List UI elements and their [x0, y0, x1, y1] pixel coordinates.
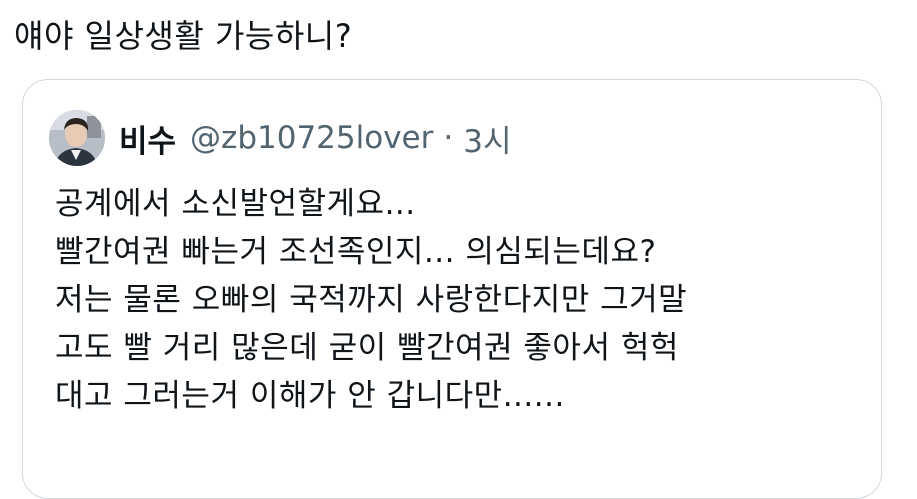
quoted-text-line: 공계에서 소신발언할게요... [55, 186, 416, 222]
quoted-tweet-header: 비수 @zb10725lover · 3시 [49, 110, 511, 166]
quoted-text-line: 고도 빨 거리 많은데 굳이 빨간여권 좋아서 헉헉 [55, 330, 679, 366]
avatar-photo-icon[interactable] [49, 110, 105, 166]
tweet-text: 얘야 일상생활 가능하니? [14, 17, 353, 55]
quoted-text-line: 저는 물론 오빠의 국적까지 사랑한다지만 그거말 [55, 282, 688, 318]
quoted-timestamp[interactable]: 3시 [463, 116, 511, 161]
quoted-author-handle[interactable]: @zb10725lover [190, 120, 433, 156]
quoted-tweet-body: 공계에서 소신발언할게요... 빨간여권 빠는거 조선족인지... 의심되는데요… [55, 180, 687, 420]
quoted-text-line: 대고 그러는거 이해가 안 갑니다만...... [55, 378, 565, 414]
quoted-text-line: 빨간여권 빠는거 조선족인지... 의심되는데요? [55, 234, 657, 270]
quoted-tweet-card[interactable]: 비수 @zb10725lover · 3시 공계에서 소신발언할게요... 빨간… [22, 79, 882, 499]
header-separator: · [443, 120, 454, 156]
quoted-author-name[interactable]: 비수 [119, 116, 176, 161]
